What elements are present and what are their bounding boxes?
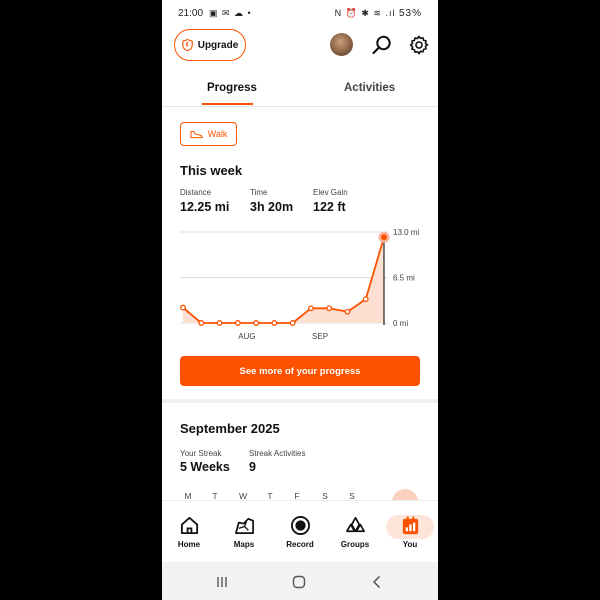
see-more-progress-button[interactable]: See more of your progress <box>180 356 420 386</box>
nav-home[interactable]: Home <box>163 515 215 559</box>
bottom-navigation: Home Maps Record Groups You <box>162 500 438 562</box>
chart-x-tick-label: AUG <box>238 332 255 341</box>
chart-point <box>307 305 314 312</box>
chart-point <box>326 305 333 312</box>
system-icons: N ⏰ ✱ ≋ .ıl <box>334 8 396 18</box>
nav-home-label: Home <box>177 540 201 549</box>
time-label: Time <box>250 188 268 197</box>
tab-activities[interactable]: Activities <box>344 82 395 94</box>
elev-gain-value: 122 ft <box>313 200 346 214</box>
section-divider <box>162 399 438 403</box>
chart-point <box>362 296 369 303</box>
upgrade-label: Upgrade <box>197 39 239 51</box>
streak-label: Your Streak <box>180 449 222 458</box>
avatar[interactable] <box>330 33 353 56</box>
chart-point <box>253 320 260 326</box>
tab-progress[interactable]: Progress <box>207 82 257 94</box>
tab-divider <box>162 106 438 107</box>
system-navigation-bar <box>162 562 438 600</box>
streak-activities-label: Streak Activities <box>249 449 306 458</box>
streak-activities-value: 9 <box>249 460 256 474</box>
sport-filter-label: Walk <box>207 129 228 139</box>
back-icon[interactable] <box>369 574 385 590</box>
chart-y-tick-label: 0 mi <box>393 319 408 328</box>
distance-label: Distance <box>180 188 212 197</box>
chart-point <box>216 320 223 326</box>
time-value: 3h 20m <box>250 200 294 214</box>
gear-icon[interactable] <box>408 34 430 56</box>
battery-level: 53% <box>398 8 422 19</box>
active-tab-indicator <box>202 103 253 105</box>
chart-area <box>183 237 384 323</box>
recent-apps-icon[interactable] <box>214 574 230 590</box>
streak-value: 5 Weeks <box>180 460 230 474</box>
chart-y-tick-label: 6.5 mi <box>393 274 415 283</box>
sport-filter-button[interactable]: Walk <box>180 122 237 146</box>
shoe-icon <box>190 130 203 138</box>
weekly-distance-chart[interactable]: 13.0 mi 6.5 mi 0 mi AUG SEP <box>162 220 438 345</box>
month-title: September 2025 <box>180 421 280 436</box>
chart-point <box>271 320 278 326</box>
status-bar: 21:00 ▣ ✉ ☁ • N ⏰ ✱ ≋ .ıl 53% <box>162 0 438 26</box>
chart-point-highlighted <box>381 234 387 241</box>
nav-record[interactable]: Record <box>274 515 326 559</box>
chart-point <box>289 320 296 326</box>
nav-maps[interactable]: Maps <box>218 515 270 559</box>
chart-point <box>344 308 351 315</box>
chart-point <box>180 304 186 311</box>
nav-groups-label: Groups <box>340 540 370 549</box>
system-status-icons: N ⏰ ✱ ≋ .ıl 53% <box>335 8 422 19</box>
shield-icon <box>181 39 193 51</box>
maps-icon <box>234 517 254 534</box>
record-icon <box>290 516 310 535</box>
week-title: This week <box>180 163 243 178</box>
home-button-icon[interactable] <box>291 574 307 590</box>
chart-point <box>198 320 205 326</box>
nav-record-label: Record <box>286 540 314 549</box>
you-icon <box>402 516 418 535</box>
nav-groups[interactable]: Groups <box>329 515 381 559</box>
home-icon <box>180 516 198 535</box>
elev-gain-label: Elev Gain <box>313 188 348 197</box>
upgrade-button[interactable]: Upgrade <box>174 29 246 61</box>
chart-x-tick-label: SEP <box>312 332 328 341</box>
notification-icons: ▣ ✉ ☁ • <box>209 8 252 18</box>
chart-point <box>234 320 241 326</box>
distance-value: 12.25 mi <box>180 200 230 214</box>
app-screen: 21:00 ▣ ✉ ☁ • N ⏰ ✱ ≋ .ıl 53% Upgrade Pr… <box>162 0 438 600</box>
chart-y-tick-label: 13.0 mi <box>393 228 419 237</box>
nav-you[interactable]: You <box>384 515 436 559</box>
nav-you-label: You <box>402 540 418 549</box>
search-icon[interactable] <box>371 34 393 56</box>
groups-icon <box>345 517 365 533</box>
status-time: 21:00 <box>178 8 204 19</box>
nav-maps-label: Maps <box>233 540 255 549</box>
